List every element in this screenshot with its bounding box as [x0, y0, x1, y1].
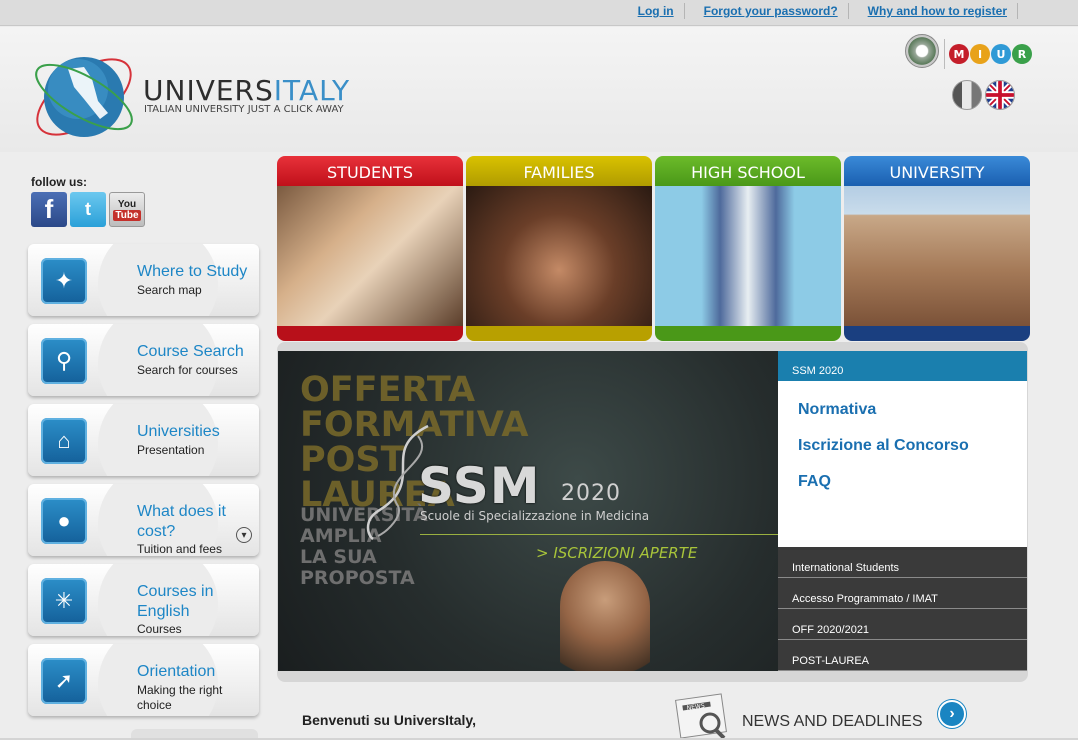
sidebar-item-subtitle: Courses	[137, 622, 182, 636]
tile-bar	[655, 326, 841, 341]
tile-bar	[844, 326, 1030, 341]
sidebar-item-title: Where to Study	[137, 263, 248, 280]
sidebar-item-subtitle: Search map	[137, 283, 202, 297]
tile-title: UNIVERSITY	[844, 156, 1030, 186]
sidebar-item-universities[interactable]: ⌂ Universities Presentation	[28, 400, 260, 480]
tile-high-school[interactable]: HIGH SCHOOL	[655, 156, 841, 341]
login-link[interactable]: Log in	[619, 3, 685, 19]
sidebar-item-courses-english[interactable]: ✳ Courses in English Courses	[28, 560, 260, 640]
follow-us-label: follow us:	[31, 175, 87, 189]
building-icon: ⌂	[41, 418, 87, 464]
banner-subtitle: Scuole di Specializzazione in Medicina	[420, 509, 650, 523]
sidebar-nav: ✦ Where to Study Search map ⚲ Course Sea…	[28, 240, 260, 720]
sidebar-item-title: Courses in English	[137, 583, 214, 620]
magnifier-icon: ⚲	[41, 338, 87, 384]
register-link[interactable]: Why and how to register	[849, 3, 1018, 19]
chevron-right-icon[interactable]: ›	[938, 700, 966, 728]
youtube-you: You	[117, 198, 137, 210]
banner-divider	[420, 534, 778, 535]
welcome-heading: Benvenuti su UniversItaly,	[302, 712, 477, 728]
sidebar-item-subtitle: Making the right choice	[137, 683, 223, 712]
panel-tab-post-laurea[interactable]: POST-LAUREA	[778, 640, 1027, 671]
uk-flag-icon[interactable]	[985, 80, 1015, 110]
iscrizione-link[interactable]: Iscrizione al Concorso	[798, 437, 969, 455]
union-jack-icon: ✳	[41, 578, 87, 624]
banner-year: 2020	[561, 481, 621, 506]
panel-tab-international[interactable]: International Students	[778, 547, 1027, 578]
italian-flag-icon[interactable]	[952, 80, 982, 110]
sidebar-item-subtitle: Tuition and fees	[137, 542, 222, 556]
miur-letter: M	[949, 44, 969, 64]
tile-bar	[466, 326, 652, 341]
miur-letter: U	[991, 44, 1011, 64]
tile-university[interactable]: UNIVERSITY	[844, 156, 1030, 341]
banner-universita-line: PROPOSTA	[300, 567, 415, 589]
banner-iscrizioni: > ISCRIZIONI APERTE	[536, 544, 698, 562]
newspaper-icon: NEWS	[675, 693, 727, 739]
high-school-photo	[655, 186, 841, 326]
students-photo	[277, 186, 463, 326]
faq-link[interactable]: FAQ	[798, 473, 831, 491]
sidebar-item-title: Universities	[137, 423, 220, 440]
youtube-icon[interactable]: You Tube	[109, 192, 145, 227]
miur-letter: R	[1012, 44, 1032, 64]
families-photo	[466, 186, 652, 326]
sidebar-item-where-to-study[interactable]: ✦ Where to Study Search map	[28, 240, 260, 320]
sidebar-item-subtitle: Presentation	[137, 443, 205, 457]
panel-header: SSM 2020	[778, 351, 1027, 381]
tile-title: STUDENTS	[277, 156, 463, 186]
banner-offerta-line: OFFERTA	[300, 370, 476, 410]
panel-tab-off[interactable]: OFF 2020/2021	[778, 609, 1027, 640]
tile-bar	[277, 326, 463, 341]
site-logo-text[interactable]: UNIVERSITALY	[143, 74, 350, 107]
sidebar-item-title: What does it cost?	[137, 503, 226, 540]
panel-links: Normativa Iscrizione al Concorso FAQ	[778, 381, 1027, 547]
forgot-password-link[interactable]: Forgot your password?	[685, 3, 849, 19]
banner-universita-line: LA SUA	[300, 546, 377, 568]
university-photo	[844, 186, 1030, 326]
top-bar: Log in Forgot your password? Why and how…	[0, 0, 1078, 26]
tile-title: HIGH SCHOOL	[655, 156, 841, 186]
tile-families[interactable]: FAMILIES	[466, 156, 652, 341]
ssm-banner[interactable]: OFFERTA FORMATIVA POST LAUREA UNIVERSITÀ…	[278, 351, 778, 671]
sidebar-item-course-search[interactable]: ⚲ Course Search Search for courses	[28, 320, 260, 400]
panel-tab-list: International Students Accesso Programma…	[778, 547, 1027, 671]
miur-letter: I	[970, 44, 990, 64]
sidebar-item-subtitle: Search for courses	[137, 363, 238, 377]
logo-tagline: ITALIAN UNIVERSITY JUST A CLICK AWAY	[144, 104, 344, 115]
italian-emblem-icon[interactable]	[905, 34, 939, 68]
miur-logo[interactable]: M I U R	[944, 39, 1032, 69]
twitter-icon[interactable]: t	[70, 192, 106, 227]
sidebar-item-title: Orientation	[137, 663, 216, 680]
tile-title: FAMILIES	[466, 156, 652, 186]
sidebar-item-orientation[interactable]: ➚ Orientation Making the right choice	[28, 640, 260, 720]
youtube-tube: Tube	[113, 209, 141, 221]
tile-students[interactable]: STUDENTS	[277, 156, 463, 341]
site-header: UNIVERSITALY ITALIAN UNIVERSITY JUST A C…	[0, 27, 1078, 152]
globe-logo-icon[interactable]	[28, 39, 140, 151]
compass-icon: ✦	[41, 258, 87, 304]
chevron-down-icon[interactable]: ▾	[236, 527, 252, 543]
banner-person-image	[560, 561, 650, 671]
panel-tab-imat[interactable]: Accesso Programmato / IMAT	[778, 578, 1027, 609]
banner-ssm-title: SSM	[418, 457, 541, 515]
arrow-turn-icon: ➚	[41, 658, 87, 704]
facebook-icon[interactable]: f	[31, 192, 67, 227]
top-links: Log in Forgot your password? Why and how…	[619, 3, 1018, 19]
news-deadlines-label[interactable]: NEWS AND DEADLINES	[742, 713, 922, 731]
normativa-link[interactable]: Normativa	[798, 401, 876, 419]
logo-prefix: UNIVERS	[143, 74, 274, 107]
sidebar-item-title: Course Search	[137, 343, 244, 360]
piggy-bank-icon: ●	[41, 498, 87, 544]
logo-suffix: ITALY	[273, 74, 351, 107]
sidebar-item-cost[interactable]: ● What does it cost? Tuition and fees ▾	[28, 480, 260, 560]
